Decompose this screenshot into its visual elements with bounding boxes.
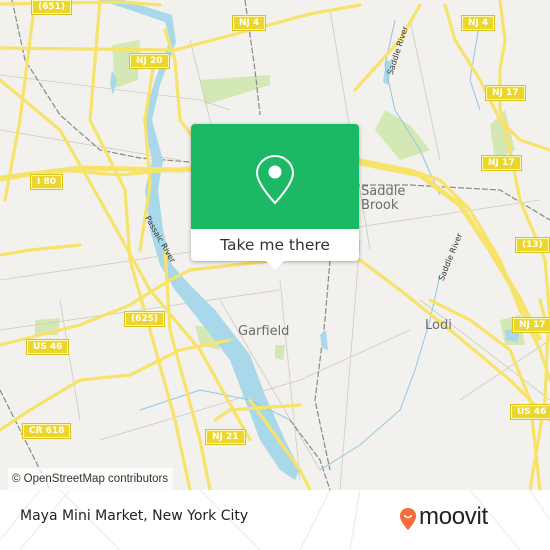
place-label-garfield: Garfield	[238, 324, 290, 339]
footer: Maya Mini Market, New York City moovit	[0, 490, 550, 550]
route-shield-us46: US 46	[511, 405, 550, 419]
route-shield-nj4: NJ 4	[462, 16, 495, 30]
location-pin-icon	[255, 154, 295, 205]
route-shield-nj17: NJ 17	[482, 156, 521, 170]
moovit-pin-icon	[400, 508, 416, 530]
place-label-saddle: Saddle	[361, 184, 406, 199]
popup-header	[191, 124, 359, 229]
location-popup: Take me there	[191, 124, 359, 270]
route-shield-13: (13)	[516, 238, 549, 252]
route-shield-nj4: NJ 4	[233, 16, 266, 30]
route-shield-nj20: NJ 20	[130, 54, 169, 68]
moovit-wordmark: moovit	[419, 503, 488, 530]
route-shield-us46: US 46	[27, 340, 69, 354]
route-shield-625: (625)	[125, 312, 165, 326]
popup-pointer	[265, 260, 285, 270]
place-label-brook: Brook	[361, 198, 399, 213]
place-label-saddle-brook: Saddle Brook	[361, 185, 405, 213]
route-shield-651: (651)	[32, 0, 72, 14]
route-shield-cr618: CR 618	[23, 424, 71, 438]
place-title: Maya Mini Market, New York City	[20, 508, 249, 524]
map-attribution[interactable]: © OpenStreetMap contributors	[8, 468, 174, 490]
route-shield-nj21: NJ 21	[206, 430, 245, 444]
route-shield-i80: I 80	[31, 175, 63, 189]
map[interactable]: (651) NJ 4 NJ 4 NJ 20 NJ 17 NJ 17 I 80 (…	[0, 0, 550, 490]
route-shield-nj17: NJ 17	[486, 86, 525, 100]
route-shield-nj17: NJ 17	[513, 318, 550, 332]
take-me-there-button[interactable]: Take me there	[191, 229, 359, 261]
place-label-lodi: Lodi	[425, 318, 452, 333]
